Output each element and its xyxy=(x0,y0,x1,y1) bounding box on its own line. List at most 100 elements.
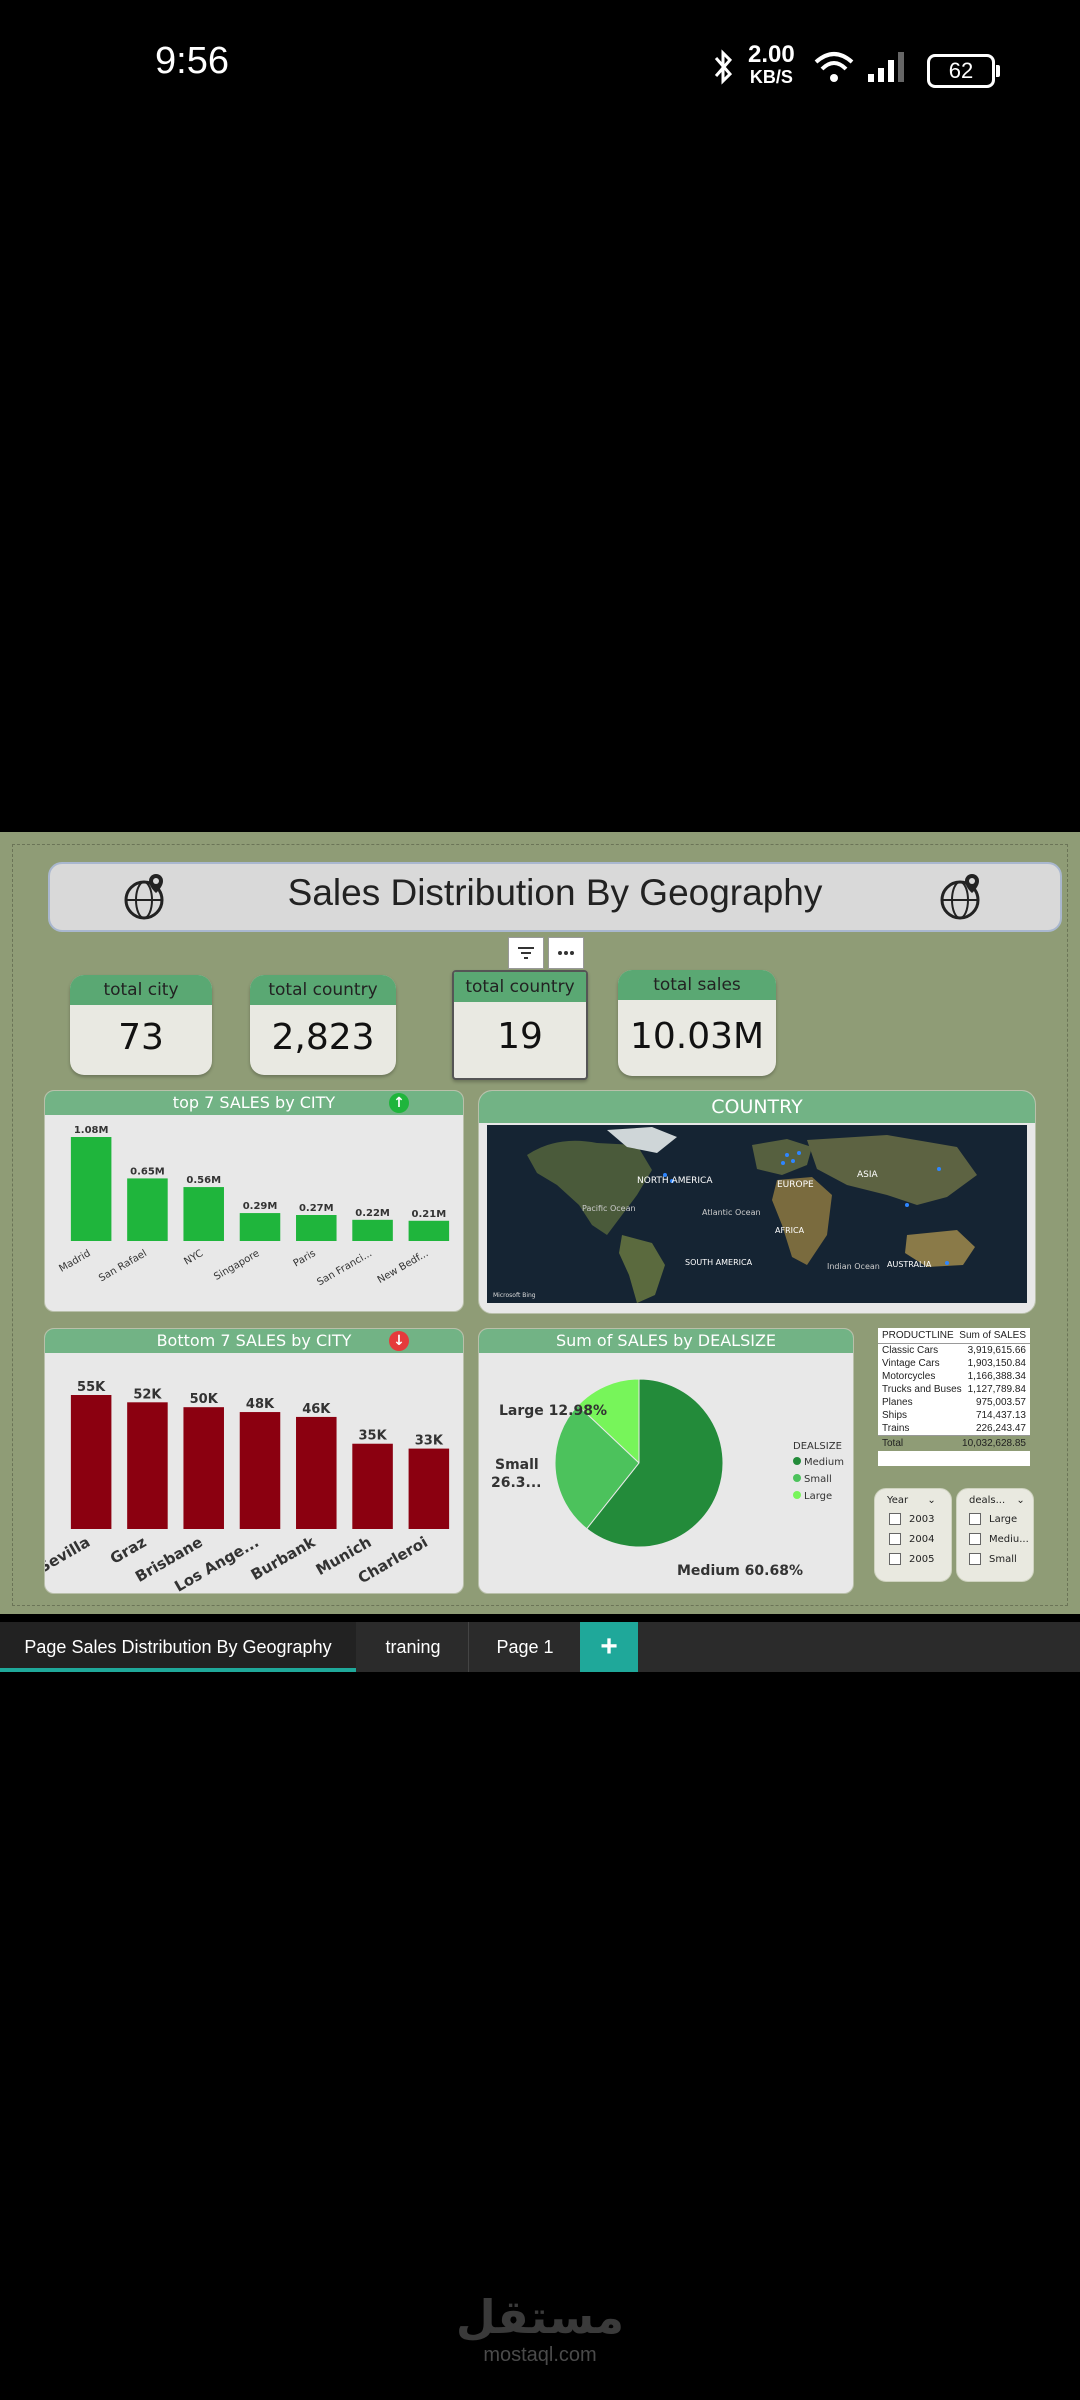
table-row: Trucks and Buses 1,127,789.84 xyxy=(878,1383,1030,1396)
tab-label: Page 1 xyxy=(496,1637,554,1657)
map-label-australia: AUSTRALIA xyxy=(887,1260,932,1269)
category-label: Graz xyxy=(107,1533,150,1568)
pie-label-small-pct: 26.3... xyxy=(491,1475,542,1491)
network-speed: 2.00 KB/S xyxy=(748,41,795,88)
table-cell: 3,919,615.66 xyxy=(967,1345,1026,1356)
bar xyxy=(296,1416,337,1529)
status-time: 9:56 xyxy=(155,40,229,82)
map-label-south-america: SOUTH AMERICA xyxy=(685,1258,753,1267)
table-cell: 1,903,150.84 xyxy=(967,1358,1026,1369)
year-slicer-header[interactable]: Year ⌄ xyxy=(875,1489,951,1506)
table-cell: Trucks and Buses xyxy=(882,1384,962,1395)
table-row: Motorcycles 1,166,388.34 xyxy=(878,1370,1030,1383)
globe-pin-icon xyxy=(940,874,980,920)
table-cell: 1,166,388.34 xyxy=(967,1371,1026,1382)
slicer-option[interactable]: Small xyxy=(969,1550,1033,1570)
bar xyxy=(239,1213,281,1241)
legend-label: Small xyxy=(804,1474,832,1485)
bar xyxy=(70,1137,112,1241)
watermark: مستقل mostaql.com xyxy=(0,2290,1080,2367)
more-options-button[interactable] xyxy=(548,937,584,969)
table-header-cell: PRODUCTLINE xyxy=(882,1330,954,1341)
tab-label: traning xyxy=(385,1637,441,1657)
kpi-value: 2,823 xyxy=(271,1017,375,1058)
bar xyxy=(352,1219,393,1241)
bottom-cities-bar-chart: 55KSevilla52KGraz50KBrisbane48KLos Ange.… xyxy=(45,1380,450,1593)
more-icon xyxy=(558,951,574,955)
tab-page-1[interactable]: Page 1 xyxy=(470,1622,581,1672)
productline-table[interactable]: PRODUCTLINE Sum of SALES Classic Cars 3,9… xyxy=(878,1328,1030,1466)
slicer-title: Year xyxy=(887,1495,909,1506)
map-label-north-america: NORTH AMERICA xyxy=(637,1176,713,1186)
data-label: 52K xyxy=(133,1387,162,1402)
bar xyxy=(352,1443,393,1529)
slicer-option-label: 2003 xyxy=(909,1514,935,1525)
checkbox[interactable] xyxy=(889,1553,901,1565)
slicer-option[interactable]: Mediu... xyxy=(969,1530,1033,1550)
map-brand-logo: Microsoft Bing xyxy=(493,1292,536,1299)
slicer-option[interactable]: 2003 xyxy=(889,1510,951,1530)
kpi-card-total-country[interactable]: total country 2,823 xyxy=(250,975,396,1075)
bar xyxy=(183,1407,224,1529)
checkbox[interactable] xyxy=(969,1513,981,1525)
kpi-value: 10.03M xyxy=(629,1016,765,1057)
top-cities-chart-panel[interactable]: top 7 SALES by CITY ↑ 1.08M Madrid 0.65M Sa… xyxy=(44,1090,464,1312)
data-label: 55K xyxy=(77,1380,106,1395)
dealsize-slicer-header[interactable]: deals... ⌄ xyxy=(957,1489,1033,1506)
year-slicer[interactable]: Year ⌄ 2003 2004 2005 xyxy=(874,1488,952,1582)
table-cell: 975,003.57 xyxy=(975,1397,1026,1408)
checkbox[interactable] xyxy=(889,1533,901,1545)
data-label: 0.29M xyxy=(243,1201,278,1212)
chevron-down-icon: ⌄ xyxy=(1016,1495,1025,1506)
data-label: 46K xyxy=(302,1402,331,1417)
slicer-option[interactable]: 2004 xyxy=(889,1530,951,1550)
chart-title: Sum of SALES by DEALSIZE xyxy=(479,1329,853,1353)
checkbox[interactable] xyxy=(969,1533,981,1545)
data-label: 0.21M xyxy=(412,1209,447,1220)
category-label: Madrid xyxy=(57,1248,92,1275)
bar xyxy=(127,1178,168,1241)
slicer-option-label: Large xyxy=(989,1514,1018,1525)
category-label: NYC xyxy=(182,1248,205,1268)
table-body: Classic Cars 3,919,615.66 Vintage Cars 1,90… xyxy=(878,1344,1030,1435)
kpi-label: total country xyxy=(250,975,396,1005)
table-row: Planes 975,003.57 xyxy=(878,1396,1030,1409)
battery-indicator: 62 xyxy=(927,54,1000,88)
bluetooth-icon xyxy=(714,49,733,85)
dealsize-pie-chart: Large 12.98% Small 26.3... Medium 60.68%… xyxy=(491,1378,844,1579)
tab-traning[interactable]: traning xyxy=(358,1622,469,1672)
table-row: Vintage Cars 1,903,150.84 xyxy=(878,1357,1030,1370)
kpi-card-total-sales[interactable]: total sales 10.03M xyxy=(618,970,776,1076)
table-cell: Vintage Cars xyxy=(882,1358,940,1369)
table-row: Classic Cars 3,919,615.66 xyxy=(878,1344,1030,1357)
slicer-option[interactable]: 2005 xyxy=(889,1550,951,1570)
title-banner: Sales Distribution By Geography xyxy=(48,862,1062,932)
pie-label-medium: Medium 60.68% xyxy=(677,1563,803,1579)
map-label-asia: ASIA xyxy=(857,1170,879,1180)
checkbox[interactable] xyxy=(889,1513,901,1525)
tab-sales-distribution[interactable]: Page Sales Distribution By Geography xyxy=(0,1622,356,1672)
table-cell: Planes xyxy=(882,1397,913,1408)
slicer-option-label: 2004 xyxy=(909,1534,935,1545)
kpi-card-total-country-selected[interactable]: total country 19 xyxy=(452,970,588,1080)
category-label: Burbank xyxy=(248,1532,319,1584)
country-map-panel[interactable]: COUNTRY NORTH AMERICA EUROPE ASIA Pacifi… xyxy=(478,1090,1036,1314)
slicer-option-label: Small xyxy=(989,1554,1017,1565)
kpi-card-total-city[interactable]: total city 73 xyxy=(70,975,212,1075)
data-label: 0.27M xyxy=(299,1203,334,1214)
category-label: Singapore xyxy=(212,1248,261,1283)
bottom-cities-chart-panel[interactable]: Bottom 7 SALES by CITY ↓ 55K Sevilla 52K Gr… xyxy=(44,1328,464,1594)
world-map[interactable]: NORTH AMERICA EUROPE ASIA Pacific Ocean … xyxy=(487,1125,1027,1303)
category-label: Sevilla xyxy=(45,1533,93,1577)
dealsize-pie-panel[interactable]: Sum of SALES by DEALSIZE Large 12.98% Sm… xyxy=(478,1328,854,1594)
category-label: Paris xyxy=(292,1248,318,1269)
kpi-label: total sales xyxy=(618,970,776,1000)
dealsize-slicer[interactable]: deals... ⌄ Large Mediu... Small xyxy=(956,1488,1034,1582)
table-total-value: 10,032,628.85 xyxy=(962,1438,1026,1449)
map-label-atlantic: Atlantic Ocean xyxy=(702,1208,761,1217)
add-page-button[interactable]: + xyxy=(580,1622,638,1672)
checkbox[interactable] xyxy=(969,1553,981,1565)
table-row: Ships 714,437.13 xyxy=(878,1409,1030,1422)
slicer-option[interactable]: Large xyxy=(969,1510,1033,1530)
filter-button[interactable] xyxy=(508,937,544,969)
